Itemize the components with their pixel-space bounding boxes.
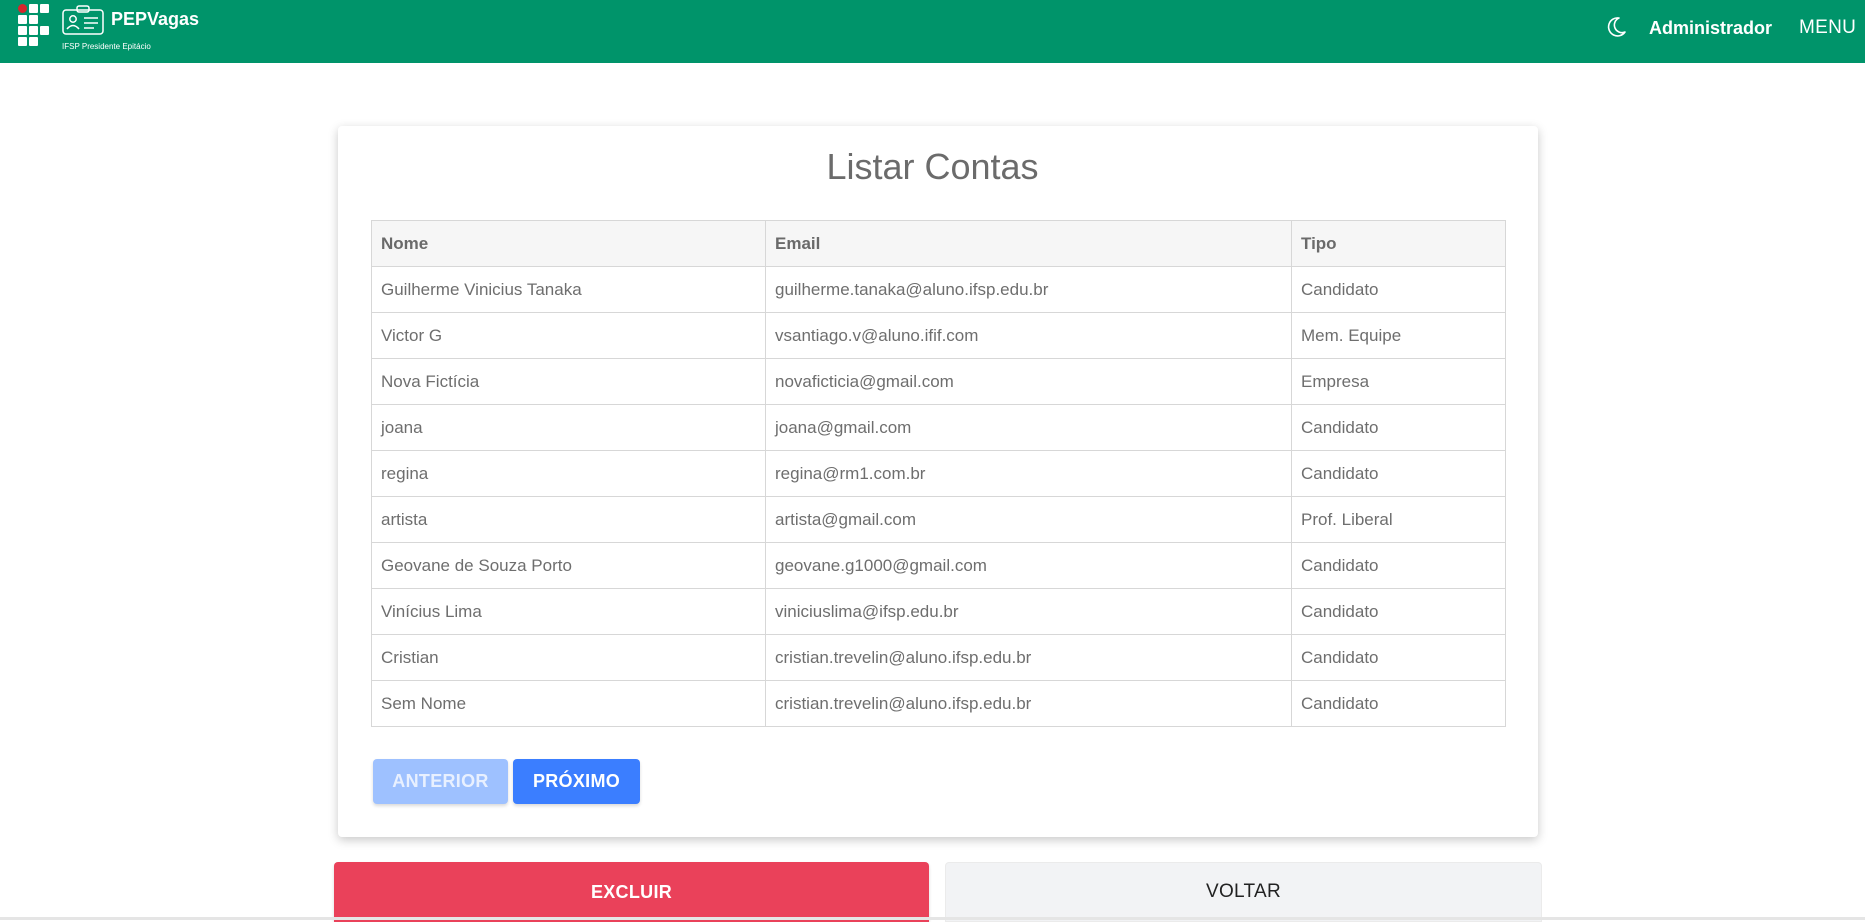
table-row[interactable]: artista artista@gmail.com Prof. Liberal bbox=[371, 496, 1506, 543]
table-header-row: Nome Email Tipo bbox=[371, 220, 1506, 267]
cell-tipo: Mem. Equipe bbox=[1291, 312, 1506, 359]
cell-nome: Vinícius Lima bbox=[371, 588, 766, 635]
cell-tipo: Candidato bbox=[1291, 542, 1506, 589]
cell-email: novaficticia@gmail.com bbox=[765, 358, 1292, 405]
cell-nome: joana bbox=[371, 404, 766, 451]
cell-email: cristian.trevelin@aluno.ifsp.edu.br bbox=[765, 634, 1292, 681]
column-header-tipo[interactable]: Tipo bbox=[1291, 220, 1506, 267]
cell-tipo: Candidato bbox=[1291, 450, 1506, 497]
dark-mode-moon-icon[interactable] bbox=[1604, 15, 1628, 39]
cell-nome: Cristian bbox=[371, 634, 766, 681]
cell-tipo: Empresa bbox=[1291, 358, 1506, 405]
cell-email: viniciuslima@ifsp.edu.br bbox=[765, 588, 1292, 635]
next-page-button[interactable]: PRÓXIMO bbox=[513, 759, 640, 804]
page-title: Listar Contas bbox=[826, 146, 1039, 187]
accounts-table: Nome Email Tipo Guilherme Vinicius Tanak… bbox=[371, 220, 1506, 727]
cell-email: cristian.trevelin@aluno.ifsp.edu.br bbox=[765, 680, 1292, 727]
table-row[interactable]: Sem Nome cristian.trevelin@aluno.ifsp.ed… bbox=[371, 680, 1506, 727]
previous-page-button[interactable]: ANTERIOR bbox=[373, 759, 508, 804]
ifsp-logo-icon[interactable] bbox=[18, 4, 52, 52]
cell-tipo: Candidato bbox=[1291, 634, 1506, 681]
cell-nome: Victor G bbox=[371, 312, 766, 359]
id-badge-icon bbox=[62, 5, 104, 35]
table-row[interactable]: regina regina@rm1.com.br Candidato bbox=[371, 450, 1506, 497]
top-navbar: PEPVagas IFSP Presidente Epitácio Admini… bbox=[0, 0, 1865, 63]
cell-nome: Nova Fictícia bbox=[371, 358, 766, 405]
cell-email: guilherme.tanaka@aluno.ifsp.edu.br bbox=[765, 266, 1292, 313]
brand-subtitle: IFSP Presidente Epitácio bbox=[62, 42, 151, 51]
table-row[interactable]: joana joana@gmail.com Candidato bbox=[371, 404, 1506, 451]
column-header-nome[interactable]: Nome bbox=[371, 220, 766, 267]
cell-nome: Sem Nome bbox=[371, 680, 766, 727]
table-row[interactable]: Geovane de Souza Porto geovane.g1000@gma… bbox=[371, 542, 1506, 589]
cell-tipo: Candidato bbox=[1291, 266, 1506, 313]
menu-button[interactable]: MENU bbox=[1799, 17, 1856, 39]
cell-tipo: Candidato bbox=[1291, 588, 1506, 635]
cell-nome: regina bbox=[371, 450, 766, 497]
cell-nome: Guilherme Vinicius Tanaka bbox=[371, 266, 766, 313]
cell-tipo: Candidato bbox=[1291, 404, 1506, 451]
brand-title[interactable]: PEPVagas bbox=[111, 9, 199, 30]
table-row[interactable]: Guilherme Vinicius Tanaka guilherme.tana… bbox=[371, 266, 1506, 313]
cell-nome: Geovane de Souza Porto bbox=[371, 542, 766, 589]
cell-tipo: Candidato bbox=[1291, 680, 1506, 727]
cell-email: regina@rm1.com.br bbox=[765, 450, 1292, 497]
cell-tipo: Prof. Liberal bbox=[1291, 496, 1506, 543]
cell-email: joana@gmail.com bbox=[765, 404, 1292, 451]
table-row[interactable]: Victor G vsantiago.v@aluno.ifif.com Mem.… bbox=[371, 312, 1506, 359]
column-header-email[interactable]: Email bbox=[765, 220, 1292, 267]
table-row[interactable]: Nova Fictícia novaficticia@gmail.com Emp… bbox=[371, 358, 1506, 405]
cell-email: artista@gmail.com bbox=[765, 496, 1292, 543]
cell-email: geovane.g1000@gmail.com bbox=[765, 542, 1292, 589]
cell-email: vsantiago.v@aluno.ifif.com bbox=[765, 312, 1292, 359]
back-button[interactable]: VOLTAR bbox=[945, 862, 1542, 922]
user-account-link[interactable]: Administrador bbox=[1649, 18, 1772, 39]
cell-nome: artista bbox=[371, 496, 766, 543]
table-row[interactable]: Cristian cristian.trevelin@aluno.ifsp.ed… bbox=[371, 634, 1506, 681]
table-row[interactable]: Vinícius Lima viniciuslima@ifsp.edu.br C… bbox=[371, 588, 1506, 635]
delete-button[interactable]: EXCLUIR bbox=[334, 862, 929, 922]
